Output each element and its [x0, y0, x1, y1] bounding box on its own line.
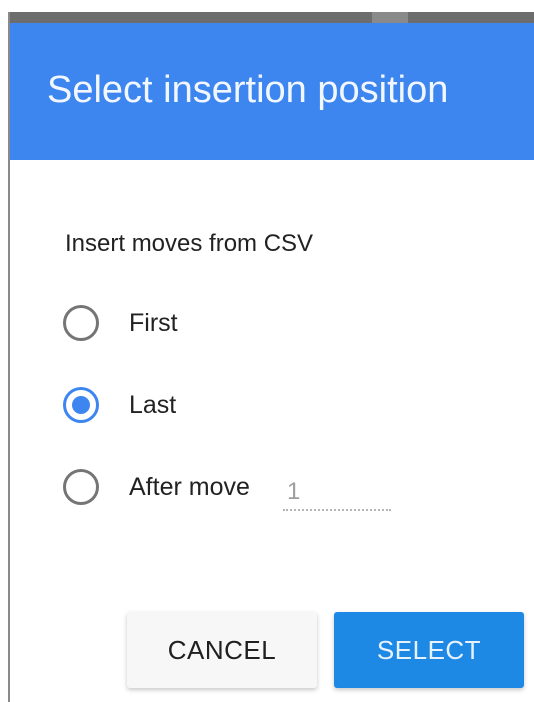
background-window-bar [10, 12, 534, 23]
radio-label-after-move: After move [129, 472, 250, 501]
background-window-highlight [372, 12, 408, 23]
after-move-number-input[interactable] [283, 475, 391, 511]
dialog-subtitle: Insert moves from CSV [65, 230, 314, 257]
dialog-title: Select insertion position [47, 69, 449, 111]
background-window-edge [0, 0, 534, 23]
radio-button-last[interactable] [63, 387, 99, 423]
dialog-header: Select insertion position [10, 23, 534, 160]
radio-button-first[interactable] [63, 305, 99, 341]
radio-option-last[interactable]: Last [63, 385, 176, 425]
radio-option-first[interactable]: First [63, 303, 178, 343]
radio-button-after-move[interactable] [63, 469, 99, 505]
radio-option-after-move[interactable]: After move [63, 467, 250, 507]
select-button[interactable]: SELECT [334, 612, 524, 688]
insertion-position-dialog: Select insertion position Insert moves f… [10, 23, 534, 702]
radio-label-first: First [129, 308, 178, 337]
cancel-button[interactable]: CANCEL [127, 612, 317, 688]
background-window-left-edge [0, 0, 10, 702]
radio-label-last: Last [129, 390, 177, 419]
